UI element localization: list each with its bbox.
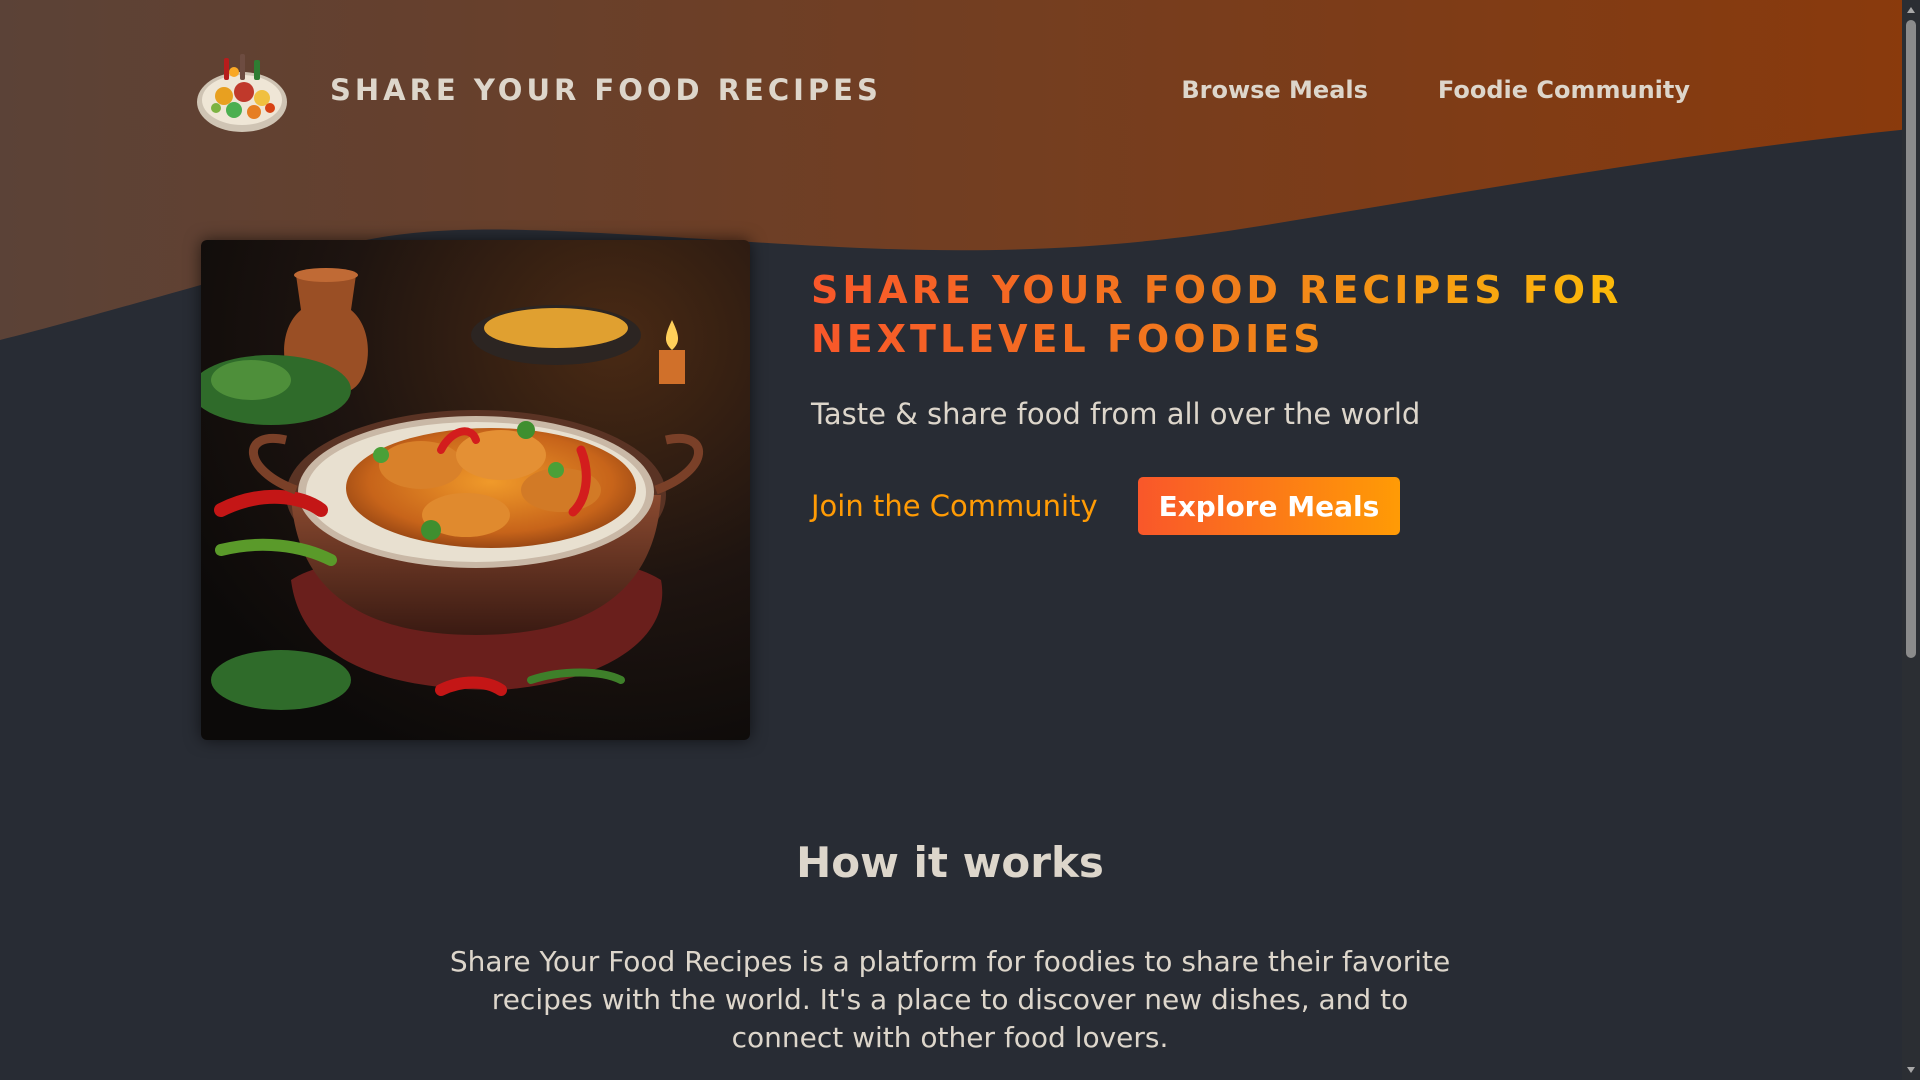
hero-subtitle: Taste & share food from all over the wor… (811, 397, 1421, 431)
vertical-scrollbar[interactable] (1902, 0, 1920, 1080)
scroll-up-arrow-icon[interactable] (1902, 2, 1920, 18)
food-plate-logo-icon (197, 54, 287, 132)
site-header: SHARE YOUR FOOD RECIPES Browse Meals Foo… (194, 42, 1694, 138)
site-title: SHARE YOUR FOOD RECIPES (330, 73, 882, 107)
home-logo-link[interactable]: SHARE YOUR FOOD RECIPES (194, 42, 882, 138)
hero-content: SHARE YOUR FOOD RECIPES FOR NEXTLEVEL FO… (811, 266, 1711, 535)
nav-browse-meals[interactable]: Browse Meals (1181, 76, 1368, 104)
page: SHARE YOUR FOOD RECIPES Browse Meals Foo… (0, 0, 1920, 1080)
main-nav: Browse Meals Foodie Community (1181, 76, 1694, 104)
curry-bowl-image (201, 240, 750, 740)
hero-cta-group: Join the Community Explore Meals (811, 477, 1711, 535)
how-it-works-title: How it works (796, 838, 1104, 887)
scroll-down-arrow-icon[interactable] (1902, 1062, 1920, 1078)
scrollbar-thumb[interactable] (1906, 20, 1916, 658)
hero-title: SHARE YOUR FOOD RECIPES FOR NEXTLEVEL FO… (811, 266, 1711, 364)
explore-meals-button[interactable]: Explore Meals (1137, 477, 1401, 535)
hero-image (201, 240, 750, 740)
join-community-link[interactable]: Join the Community (811, 489, 1098, 523)
how-it-works-section: How it works Share Your Food Recipes is … (0, 838, 1900, 1057)
nav-foodie-community[interactable]: Foodie Community (1438, 76, 1690, 104)
how-it-works-body: Share Your Food Recipes is a platform fo… (449, 945, 1451, 1054)
